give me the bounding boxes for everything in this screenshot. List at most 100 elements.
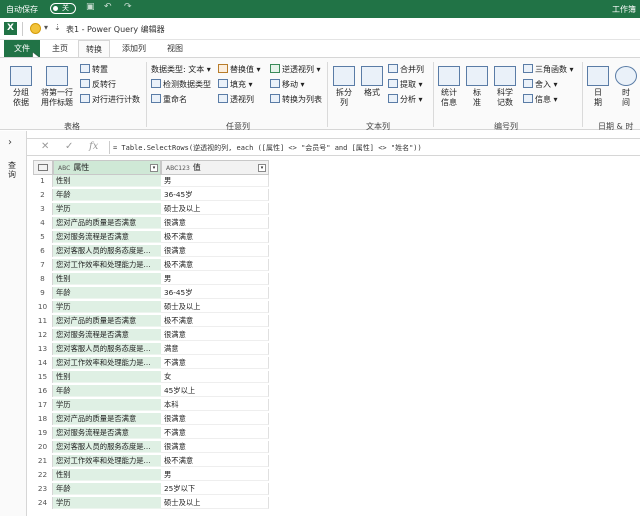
value-cell[interactable]: 45岁以上 <box>161 385 269 398</box>
expand-pane-chevron-icon[interactable]: › <box>8 137 12 148</box>
attribute-cell[interactable]: 性别 <box>53 469 161 482</box>
value-cell[interactable]: 硕士及以上 <box>161 497 269 510</box>
value-cell[interactable]: 极不满意 <box>161 231 269 244</box>
split-column-button[interactable]: 拆分 列 <box>332 66 356 108</box>
feedback-smiley-icon[interactable] <box>30 23 41 34</box>
value-cell[interactable]: 36-45岁 <box>161 287 269 300</box>
attribute-cell[interactable]: 年龄 <box>53 189 161 202</box>
time-button[interactable]: 时 间 <box>614 66 638 108</box>
confirm-formula-icon[interactable]: ✓ <box>65 141 73 152</box>
value-cell[interactable]: 极不满意 <box>161 259 269 272</box>
attribute-cell[interactable]: 您对服务流程是否满意 <box>53 329 161 342</box>
attribute-cell[interactable]: 学历 <box>53 399 161 412</box>
attribute-cell[interactable]: 性别 <box>53 371 161 384</box>
attribute-cell[interactable]: 您对工作效率和处理能力是... <box>53 357 161 370</box>
tab-home[interactable]: 主页 <box>44 40 76 57</box>
attribute-cell[interactable]: 年龄 <box>53 483 161 496</box>
transpose-button[interactable]: 转置 <box>80 64 108 75</box>
attribute-cell[interactable]: 您对产品的质量是否满意 <box>53 217 161 230</box>
chevron-down-icon[interactable]: ▾ <box>44 23 48 32</box>
value-cell[interactable]: 男 <box>161 469 269 482</box>
value-cell[interactable]: 女 <box>161 371 269 384</box>
count-rows-button[interactable]: 对行进行计数 <box>80 94 140 105</box>
value-cell[interactable]: 极不满意 <box>161 315 269 328</box>
replace-values-button[interactable]: 替换值 ▾ <box>218 64 261 75</box>
value-cell[interactable]: 男 <box>161 175 269 188</box>
statistics-button[interactable]: 统计 信息 <box>436 66 462 108</box>
attribute-cell[interactable]: 学历 <box>53 301 161 314</box>
tab-add-column[interactable]: 添加列 <box>114 40 154 57</box>
use-first-row-as-headers-button[interactable]: 将第一行 用作标题 <box>36 66 78 108</box>
attribute-cell[interactable]: 您对产品的质量是否满意 <box>53 315 161 328</box>
attribute-cell[interactable]: 您对工作效率和处理能力是... <box>53 259 161 272</box>
attribute-cell[interactable]: 您对服务流程是否满意 <box>53 231 161 244</box>
fill-button[interactable]: 填充 ▾ <box>218 79 253 90</box>
attribute-cell[interactable]: 您对工作效率和处理能力是... <box>53 455 161 468</box>
data-type-dropdown[interactable]: 数据类型: 文本 ▾ <box>151 64 211 75</box>
autosave-toggle[interactable]: 关 <box>50 3 76 14</box>
scientific-button[interactable]: 科学 记数 <box>492 66 518 108</box>
value-cell[interactable]: 本科 <box>161 399 269 412</box>
parse-button[interactable]: 分析 ▾ <box>388 94 423 105</box>
queries-pane-label[interactable]: 查询 <box>8 161 18 179</box>
value-cell[interactable]: 不满意 <box>161 427 269 440</box>
convert-to-list-button[interactable]: 转换为列表 <box>270 94 322 105</box>
attribute-cell[interactable]: 学历 <box>53 497 161 510</box>
attribute-cell[interactable]: 您对客服人员的服务态度是... <box>53 245 161 258</box>
undo-icon[interactable]: ↶ <box>104 2 112 12</box>
extract-button[interactable]: 提取 ▾ <box>388 79 423 90</box>
attribute-cell[interactable]: 您对产品的质量是否满意 <box>53 413 161 426</box>
info-button[interactable]: 信息 ▾ <box>523 94 558 105</box>
value-cell[interactable]: 36-45岁 <box>161 189 269 202</box>
redo-icon[interactable]: ↷ <box>124 2 132 12</box>
tab-transform[interactable]: 转换 <box>78 40 110 57</box>
group-by-button[interactable]: 分组 依据 <box>6 66 36 108</box>
table-menu-button[interactable] <box>33 160 53 175</box>
value-cell[interactable]: 硕士及以上 <box>161 301 269 314</box>
attribute-cell[interactable]: 您对客服人员的服务态度是... <box>53 343 161 356</box>
attribute-cell[interactable]: 您对服务流程是否满意 <box>53 427 161 440</box>
attribute-cell[interactable]: 年龄 <box>53 287 161 300</box>
rounding-button[interactable]: 舍入 ▾ <box>523 79 558 90</box>
value-cell[interactable]: 满意 <box>161 343 269 356</box>
format-button[interactable]: 格式 <box>360 66 384 98</box>
attribute-cell[interactable]: 年龄 <box>53 385 161 398</box>
customize-quick-access-icon[interactable]: ⇣ <box>54 23 61 32</box>
date-button[interactable]: 日 期 <box>586 66 610 108</box>
group-label-text-column: 文本列 <box>366 122 390 131</box>
reverse-rows-button[interactable]: 反转行 <box>80 79 116 90</box>
text-type-icon[interactable]: ABC <box>58 162 70 175</box>
attribute-cell[interactable]: 性别 <box>53 273 161 286</box>
detect-data-type-button[interactable]: 检测数据类型 <box>151 79 211 90</box>
column-header-value[interactable]: ABC123 值 ▾ <box>161 160 269 175</box>
move-button[interactable]: 移动 ▾ <box>270 79 305 90</box>
standard-button[interactable]: 标 准 <box>466 66 488 108</box>
value-cell[interactable]: 硕士及以上 <box>161 203 269 216</box>
filter-dropdown-icon[interactable]: ▾ <box>150 164 158 172</box>
column-header-attribute[interactable]: ABC 属性 ▾ <box>53 160 161 175</box>
attribute-cell[interactable]: 学历 <box>53 203 161 216</box>
merge-columns-button[interactable]: 合并列 <box>388 64 424 75</box>
value-cell[interactable]: 男 <box>161 273 269 286</box>
value-cell[interactable]: 25岁以下 <box>161 483 269 496</box>
value-cell[interactable]: 极不满意 <box>161 455 269 468</box>
value-cell[interactable]: 很满意 <box>161 245 269 258</box>
fx-icon[interactable]: fx <box>89 141 98 152</box>
trig-button[interactable]: 三角函数 ▾ <box>523 64 574 75</box>
filter-dropdown-icon[interactable]: ▾ <box>258 164 266 172</box>
tab-view[interactable]: 视图 <box>158 40 192 57</box>
value-cell[interactable]: 很满意 <box>161 413 269 426</box>
value-cell[interactable]: 很满意 <box>161 329 269 342</box>
value-cell[interactable]: 不满意 <box>161 357 269 370</box>
formula-text[interactable]: = Table.SelectRows(逆透视的列, each ([属性] <> … <box>113 143 422 153</box>
value-cell[interactable]: 很满意 <box>161 217 269 230</box>
rename-button[interactable]: 重命名 <box>151 94 187 105</box>
any-type-icon[interactable]: ABC123 <box>166 162 190 175</box>
save-icon[interactable]: ▣ <box>86 2 95 12</box>
value-cell[interactable]: 很满意 <box>161 441 269 454</box>
pivot-column-button[interactable]: 透视列 <box>218 94 254 105</box>
unpivot-columns-button[interactable]: 逆透视列 ▾ <box>270 64 321 75</box>
attribute-cell[interactable]: 您对客服人员的服务态度是... <box>53 441 161 454</box>
cancel-formula-icon[interactable]: ✕ <box>41 141 49 152</box>
attribute-cell[interactable]: 性别 <box>53 175 161 188</box>
